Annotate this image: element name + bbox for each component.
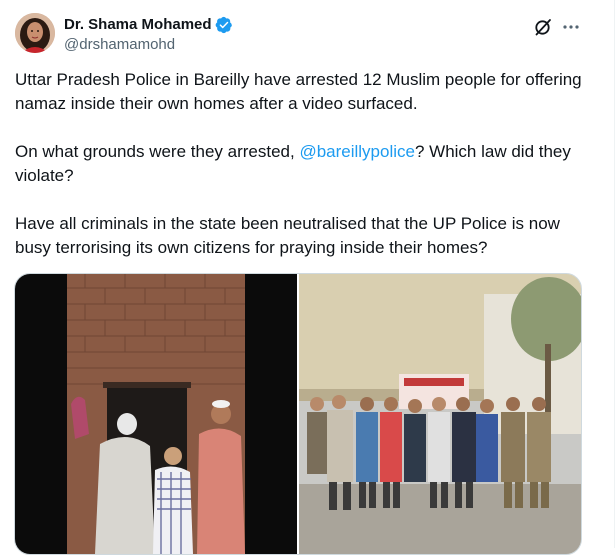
- author-name-row: Dr. Shama Mohamed: [64, 15, 233, 34]
- profile-photo-icon: [15, 13, 55, 53]
- author-block: Dr. Shama Mohamed @drshamamohd: [64, 15, 233, 55]
- tweet-paragraph-2: On what grounds were they arrested, @bar…: [15, 140, 590, 188]
- tweet-paragraph-3: Have all criminals in the state been neu…: [15, 214, 560, 257]
- media-video-frame[interactable]: [15, 274, 297, 554]
- grok-icon[interactable]: [533, 17, 553, 37]
- verified-badge-icon[interactable]: [215, 16, 233, 34]
- tweet-paragraph-2-start: On what grounds were they arrested,: [15, 142, 300, 161]
- tweet-paragraph-1: Uttar Pradesh Police in Bareilly have ar…: [15, 70, 582, 113]
- tweet-text: Uttar Pradesh Police in Bareilly have ar…: [15, 68, 590, 284]
- media-group-photo[interactable]: [299, 274, 581, 554]
- more-options-icon[interactable]: [561, 17, 581, 37]
- author-name[interactable]: Dr. Shama Mohamed: [64, 15, 212, 34]
- avatar[interactable]: [15, 13, 55, 53]
- media-grid: [14, 273, 582, 555]
- author-handle[interactable]: @drshamamohd: [64, 35, 233, 55]
- tweet: Dr. Shama Mohamed @drshamamohd Uttar Pra…: [0, 0, 615, 555]
- mention-link[interactable]: @bareillypolice: [299, 142, 415, 161]
